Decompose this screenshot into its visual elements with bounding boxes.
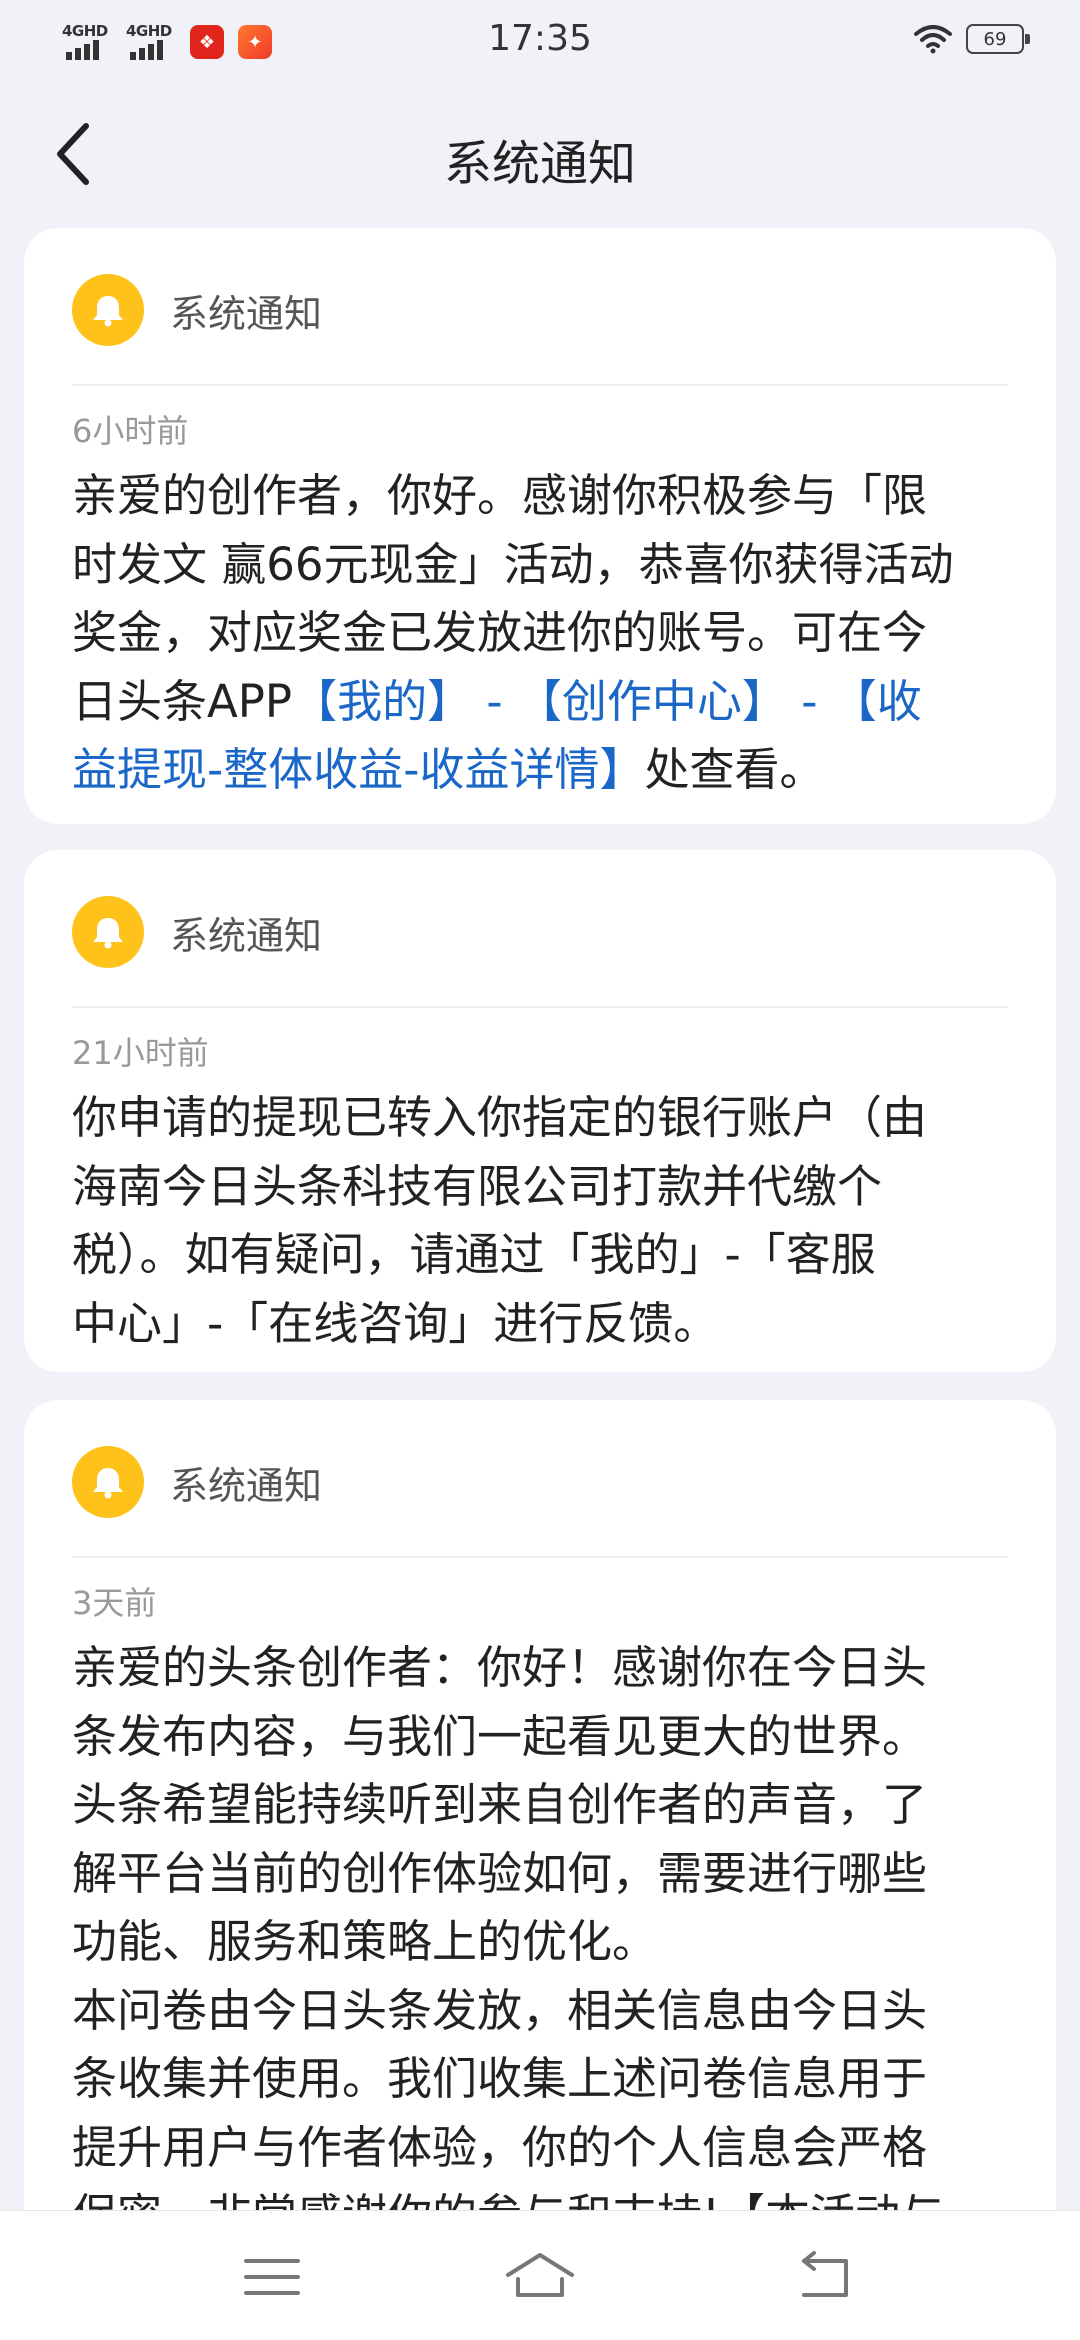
path-link[interactable]: 【我的】 - 【创作中心】 - 【收 bbox=[292, 675, 922, 728]
body-line: 税）。如有疑问，请通过「我的」-「客服 bbox=[72, 1228, 876, 1281]
notification-header: 系统通知 bbox=[72, 896, 322, 968]
bottom-nav bbox=[0, 2210, 1080, 2340]
path-link[interactable]: 益提现-整体收益-收益详情】 bbox=[72, 743, 644, 796]
body-line: 海南今日头条科技有限公司打款并代缴个 bbox=[72, 1159, 883, 1213]
bell-icon bbox=[72, 1446, 144, 1518]
home-button[interactable] bbox=[504, 2249, 576, 2305]
body-line: 奖金，对应奖金已发放进你的账号。可在今 bbox=[72, 606, 928, 659]
battery-level: 69 bbox=[983, 28, 1007, 50]
body-line: 亲爱的创作者，你好。感谢你积极参与「限 bbox=[72, 469, 928, 522]
body-line: 提升用户与作者体验，你的个人信息会严格 bbox=[72, 2120, 928, 2174]
body-line: 头条希望能持续听到来自创作者的声音，了 bbox=[72, 1778, 928, 1831]
notification-card[interactable]: 系统通知 3天前 亲爱的头条创作者：你好！感谢你在今日头 条发布内容，与我们一起… bbox=[24, 1400, 1056, 2260]
screen: 4GHD 4GHD ❖ ✦ 17:35 69 系统通知 系统通知 6小时前 亲爱… bbox=[0, 0, 1080, 2340]
notification-label: 系统通知 bbox=[170, 291, 323, 336]
notification-card[interactable]: 系统通知 6小时前 亲爱的创作者，你好。感谢你积极参与「限 时发文 赢66元现金… bbox=[24, 228, 1056, 824]
body-line: 亲爱的头条创作者：你好！感谢你在今日头 bbox=[72, 1641, 928, 1694]
body-line: 条收集并使用。我们收集上述问卷信息用于 bbox=[72, 2052, 928, 2105]
body-line: 益提现-整体收益-收益详情】处查看。 bbox=[72, 736, 1008, 805]
body-line: 你申请的提现已转入你指定的银行账户（由 bbox=[72, 1091, 928, 1144]
notification-card[interactable]: 系统通知 21小时前 你申请的提现已转入你指定的银行账户（由 海南今日头条科技有… bbox=[24, 850, 1056, 1372]
body-line: 中心」-「在线咨询」进行反馈。 bbox=[72, 1296, 719, 1350]
notification-label: 系统通知 bbox=[170, 1463, 323, 1508]
notification-header: 系统通知 bbox=[72, 274, 322, 346]
notification-time: 6小时前 bbox=[72, 412, 189, 450]
status-right: 69 bbox=[914, 24, 1030, 54]
divider bbox=[72, 384, 1008, 386]
menu-button[interactable] bbox=[236, 2249, 308, 2305]
notification-time: 3天前 bbox=[72, 1584, 157, 1622]
back-nav-icon bbox=[802, 2251, 848, 2297]
bell-icon bbox=[72, 274, 144, 346]
divider bbox=[72, 1556, 1008, 1558]
body-line: 时发文 赢66元现金」活动，恭喜你获得活动 bbox=[72, 537, 954, 591]
bell-icon bbox=[72, 896, 144, 968]
notification-body: 亲爱的头条创作者：你好！感谢你在今日头 条发布内容，与我们一起看见更大的世界。 … bbox=[72, 1634, 1008, 2251]
notification-body: 亲爱的创作者，你好。感谢你积极参与「限 时发文 赢66元现金」活动，恭喜你获得活… bbox=[72, 462, 1008, 805]
body-text: 处查看。 bbox=[644, 743, 825, 796]
back-nav-button[interactable] bbox=[790, 2249, 862, 2305]
body-line: 日头条APP【我的】 - 【创作中心】 - 【收 bbox=[72, 668, 1008, 737]
notification-label: 系统通知 bbox=[170, 913, 323, 958]
notification-header: 系统通知 bbox=[72, 1446, 322, 1518]
home-icon bbox=[506, 2253, 574, 2297]
page-title: 系统通知 bbox=[443, 136, 636, 192]
status-bar: 4GHD 4GHD ❖ ✦ 17:35 69 bbox=[0, 0, 1080, 84]
notification-time: 21小时前 bbox=[72, 1034, 209, 1072]
body-line: 功能、服务和策略上的优化。 bbox=[72, 1915, 658, 1968]
body-line: 条发布内容，与我们一起看见更大的世界。 bbox=[72, 1709, 928, 1763]
wifi-icon bbox=[914, 25, 952, 54]
body-line: 解平台当前的创作体验如何，需要进行哪些 bbox=[72, 1846, 928, 1900]
battery-icon: 69 bbox=[966, 24, 1030, 54]
divider bbox=[72, 1006, 1008, 1008]
header: 系统通知 bbox=[0, 84, 1080, 214]
notification-body: 你申请的提现已转入你指定的银行账户（由 海南今日头条科技有限公司打款并代缴个 税… bbox=[72, 1084, 1008, 1358]
body-line: 本问卷由今日头条发放，相关信息由今日头 bbox=[72, 1983, 928, 2037]
menu-icon bbox=[244, 2259, 300, 2295]
body-text: 日头条APP bbox=[72, 674, 293, 728]
